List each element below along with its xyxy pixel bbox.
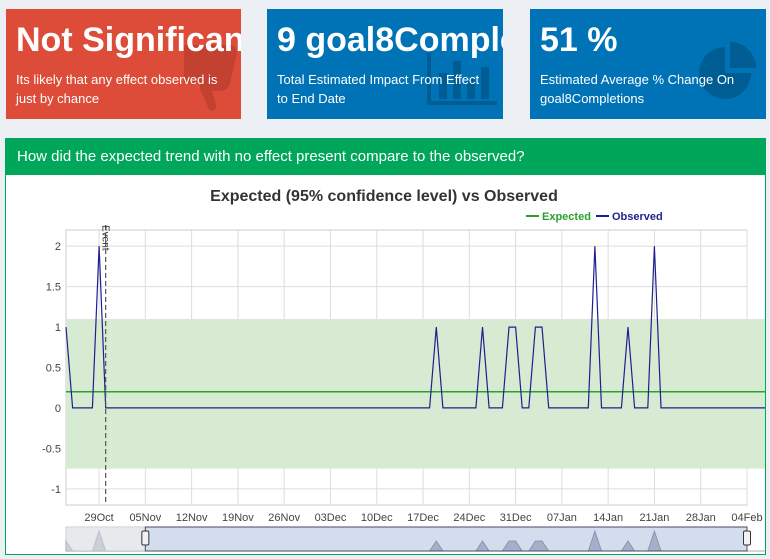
x-axis-labels: 29Oct 05Nov 12Nov 19Nov 26Nov 03Dec 10Dec 17Dec… xyxy=(84,512,762,524)
impact-desc: Total Estimated Impact From Effect to En… xyxy=(277,72,480,106)
y-tick-label: 1 xyxy=(55,322,61,334)
navigator-right-handle[interactable] xyxy=(743,530,751,546)
x-tick-label: 14Jan xyxy=(593,512,623,524)
trend-chart: Expected (95% confidence level) vs Obser… xyxy=(42,188,765,552)
x-tick-label: 05Nov xyxy=(129,512,161,524)
x-tick-label: 24Dec xyxy=(453,512,485,524)
chart-panel: How did the expected trend with no effec… xyxy=(5,138,766,555)
change-value: 51 % xyxy=(540,21,618,59)
y-axis-labels: -1 -0.5 0 0.5 1 1.5 2 xyxy=(42,241,61,496)
x-tick-label: 31Dec xyxy=(500,512,532,524)
x-tick-label: 10Dec xyxy=(361,512,393,524)
x-tick-label: 26Nov xyxy=(268,512,300,524)
change-desc: Estimated Average % Change On goal8Compl… xyxy=(540,72,735,106)
event-label: Event xyxy=(100,225,111,251)
y-tick-label: 0 xyxy=(55,403,61,415)
x-tick-label: 07Jan xyxy=(547,512,577,524)
range-navigator[interactable] xyxy=(65,526,765,552)
significance-box: Not Significant Its likely that any effe… xyxy=(6,9,241,119)
y-tick-label: 2 xyxy=(55,241,61,253)
y-tick-label: -0.5 xyxy=(42,443,61,455)
legend-observed-label[interactable]: Observed xyxy=(612,211,663,223)
y-tick-label: 0.5 xyxy=(46,363,61,375)
chart-legend[interactable]: Expected Observed xyxy=(526,211,663,223)
impact-value: 9 goal8Completions xyxy=(277,21,503,59)
x-tick-label: 12Nov xyxy=(176,512,208,524)
legend-expected-label[interactable]: Expected xyxy=(542,211,591,223)
x-tick-label: 03Dec xyxy=(315,512,347,524)
change-box: 51 % Estimated Average % Change On goal8… xyxy=(530,9,766,119)
navigator-mask xyxy=(66,527,146,551)
significance-desc: Its likely that any effect observed is j… xyxy=(16,72,218,106)
panel-title: How did the expected trend with no effec… xyxy=(6,139,765,175)
x-tick-label: 04Feb xyxy=(731,512,762,524)
y-tick-label: 1.5 xyxy=(46,282,61,294)
x-tick-label: 28Jan xyxy=(686,512,716,524)
y-tick-label: -1 xyxy=(51,484,61,496)
significance-value: Not Significant xyxy=(16,21,241,59)
x-tick-label: 19Nov xyxy=(222,512,254,524)
x-tick-label: 17Dec xyxy=(407,512,439,524)
x-tick-label: 21Jan xyxy=(639,512,669,524)
chart-title: Expected (95% confidence level) vs Obser… xyxy=(210,188,558,205)
navigator-left-handle[interactable] xyxy=(141,530,150,546)
x-tick-label: 29Oct xyxy=(84,512,113,524)
impact-box: 9 goal8Completions Total Estimated Impac… xyxy=(267,9,503,119)
navigator-selection xyxy=(144,526,748,552)
